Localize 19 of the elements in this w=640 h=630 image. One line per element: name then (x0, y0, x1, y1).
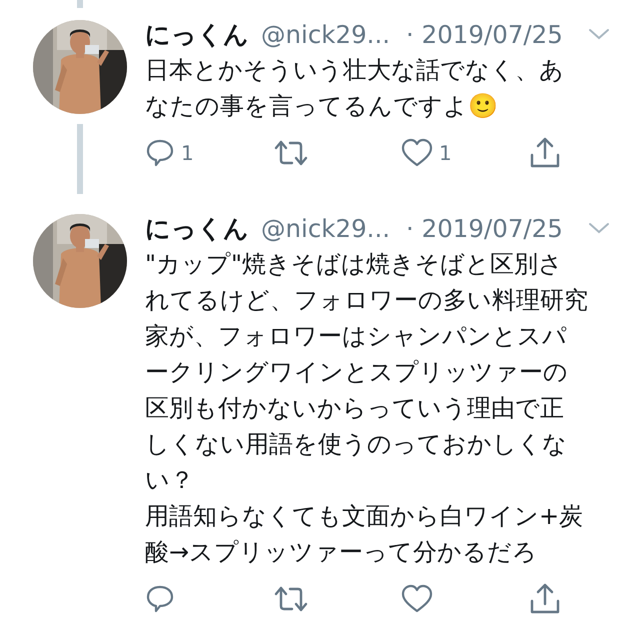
tweet-text: "カップ"焼きそばは焼きそばと区別されてるけど、フォロワーの多い料理研究家が、フォロワーはシャンパンとスパークリングワインとスプリッツァーの区別も付かないからっていう理由で正しくない用語を使うのっておかしくない？ (145, 249, 588, 496)
user-name[interactable]: にっくん (145, 212, 249, 244)
heart-icon[interactable] (401, 138, 433, 168)
tweet-date[interactable]: · 2019/07/25 (406, 20, 563, 48)
tweet-text: 日本とかそういう壮大な話でなく、あなたの事を言ってるんですよ🙂 (145, 55, 565, 122)
heart-icon[interactable] (401, 584, 433, 614)
action-count: 1 (181, 141, 194, 165)
user-handle[interactable]: @nick29... (261, 20, 390, 48)
user-name[interactable]: にっくん (145, 18, 249, 50)
tweet-text: 用語知らなくても文面から白ワイン+炭酸→スプリッツァーって分かるだろ (145, 501, 584, 568)
tweet-date[interactable]: · 2019/07/25 (406, 214, 563, 242)
reply-icon[interactable] (145, 138, 175, 168)
action-count: 1 (439, 141, 452, 165)
retweet-icon[interactable] (273, 138, 309, 168)
reply-icon[interactable] (145, 584, 175, 614)
user-handle[interactable]: @nick29... (261, 214, 390, 242)
share-icon[interactable] (529, 137, 561, 169)
retweet-icon[interactable] (273, 584, 309, 614)
share-icon[interactable] (529, 583, 561, 615)
